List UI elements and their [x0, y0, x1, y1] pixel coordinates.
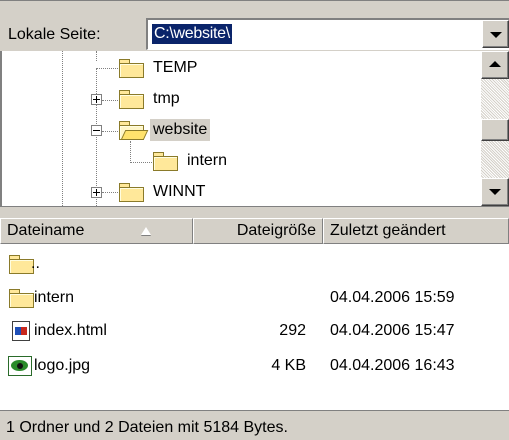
expand-plus-icon[interactable] — [91, 187, 102, 198]
file-list[interactable]: .. intern 04.04.2006 15:59 index.html 29… — [0, 244, 509, 404]
file-modified: 04.04.2006 16:43 — [330, 357, 455, 374]
tree-item-winnt[interactable]: WINNT — [2, 178, 482, 206]
file-size: 292 — [279, 322, 306, 339]
tree-item-label: tmp — [153, 90, 180, 107]
file-modified: 04.04.2006 15:59 — [330, 289, 455, 306]
collapse-minus-icon[interactable] — [91, 125, 102, 136]
folder-icon — [118, 182, 146, 202]
folder-icon — [8, 288, 34, 308]
folder-icon — [118, 58, 146, 78]
folder-icon — [152, 151, 180, 171]
file-row-index-html[interactable]: index.html 292 04.04.2006 15:47 — [0, 317, 509, 345]
column-header-filename[interactable]: Dateiname — [0, 218, 193, 244]
tree-item-temp[interactable]: TEMP — [2, 54, 482, 82]
folder-tree[interactable]: TEMP tmp website intern WINNT — [0, 51, 509, 206]
tree-item-tmp[interactable]: tmp — [2, 85, 482, 113]
tree-item-label: WINNT — [153, 183, 206, 200]
tree-vertical-scrollbar[interactable] — [481, 51, 509, 206]
file-modified: 04.04.2006 15:47 — [330, 322, 455, 339]
file-name: .. — [31, 255, 40, 272]
scroll-up-button[interactable] — [481, 51, 509, 79]
chevron-down-icon — [490, 32, 502, 38]
tree-item-website[interactable]: website — [2, 116, 482, 144]
status-bar: 1 Ordner und 2 Dateien mit 5184 Bytes. — [0, 410, 509, 440]
tree-item-label: TEMP — [153, 59, 198, 76]
image-file-icon — [8, 356, 32, 376]
expand-plus-icon[interactable] — [91, 94, 102, 105]
scroll-down-button[interactable] — [481, 178, 509, 206]
file-name: index.html — [34, 322, 107, 339]
html-file-icon — [8, 321, 32, 341]
local-path-combobox[interactable]: C:\website\ — [146, 18, 509, 50]
arrow-down-icon — [489, 189, 501, 195]
file-name: logo.jpg — [34, 357, 91, 374]
local-path-input[interactable]: C:\website\ — [152, 24, 232, 44]
tree-item-label: website — [150, 119, 211, 141]
scroll-thumb[interactable] — [481, 119, 509, 141]
folder-icon — [118, 89, 146, 109]
tree-item-label: intern — [187, 152, 228, 169]
column-header-filesize[interactable]: Dateigröße — [193, 218, 323, 244]
pane-splitter[interactable] — [0, 206, 509, 218]
file-row-logo-jpg[interactable]: logo.jpg 4 KB 04.04.2006 16:43 — [0, 352, 509, 380]
column-header-modified[interactable]: Zuletzt geändert — [323, 218, 509, 244]
folder-icon — [8, 254, 34, 274]
file-row-parent[interactable]: .. — [0, 250, 509, 278]
local-site-label: Lokale Seite: — [8, 26, 101, 43]
file-size: 4 KB — [271, 357, 306, 374]
file-name: intern — [34, 289, 75, 306]
file-row-intern[interactable]: intern 04.04.2006 15:59 — [0, 284, 509, 312]
tree-item-intern[interactable]: intern — [2, 147, 482, 175]
status-text: 1 Ordner und 2 Dateien mit 5184 Bytes. — [6, 419, 288, 436]
column-header-label: Dateigröße — [236, 222, 316, 239]
file-list-header: Dateiname Dateigröße Zuletzt geändert — [0, 218, 509, 244]
sort-ascending-icon — [141, 227, 151, 235]
path-dropdown-button[interactable] — [482, 20, 509, 48]
column-header-label: Dateiname — [7, 222, 85, 239]
column-header-label: Zuletzt geändert — [330, 222, 446, 239]
arrow-up-icon — [489, 61, 501, 67]
open-folder-icon — [118, 120, 149, 140]
